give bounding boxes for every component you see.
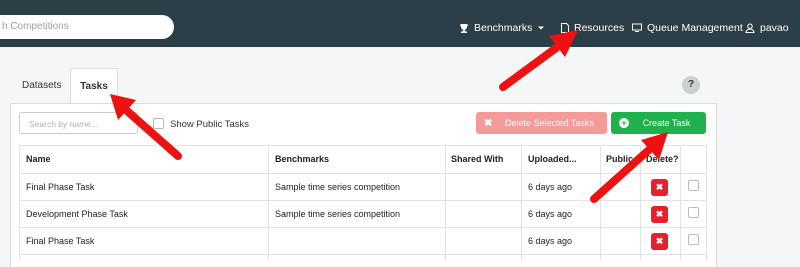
delete-task-button[interactable]: ✖ xyxy=(651,179,668,196)
table-divider xyxy=(19,227,706,228)
show-public-checkbox[interactable] xyxy=(153,118,164,129)
resources-link[interactable]: Resources xyxy=(561,22,624,34)
delete-task-button[interactable]: ✖ xyxy=(651,206,668,223)
user-icon xyxy=(745,23,755,33)
table-divider xyxy=(445,145,446,260)
table-divider xyxy=(19,254,706,255)
queue-management-link[interactable]: Queue Management xyxy=(632,22,743,34)
benchmarks-menu[interactable]: Benchmarks xyxy=(459,22,545,34)
table-divider xyxy=(521,145,522,260)
show-public-label: Show Public Tasks xyxy=(170,119,250,130)
cell-uploaded: 6 days ago xyxy=(528,209,573,219)
document-icon xyxy=(561,23,569,33)
cell-task-name[interactable]: Development Phase Task xyxy=(26,209,128,219)
create-task-button[interactable]: + Create Task xyxy=(611,112,706,134)
delete-selected-button[interactable]: ✖ Delete Selected Tasks xyxy=(476,112,607,134)
column-header-public[interactable]: Public xyxy=(606,154,633,164)
cell-task-name[interactable]: Final Phase Task xyxy=(26,182,94,192)
row-select-checkbox[interactable] xyxy=(688,207,699,218)
competition-search-input[interactable]: h Competitions xyxy=(0,15,174,39)
table-divider xyxy=(640,145,641,260)
cell-benchmark: Sample time series competition xyxy=(275,182,401,192)
close-icon: ✖ xyxy=(484,117,493,129)
cell-uploaded: 6 days ago xyxy=(528,236,573,246)
column-header-delete[interactable]: Delete? xyxy=(646,154,679,164)
benchmarks-label: Benchmarks xyxy=(474,22,533,34)
column-header-shared-with[interactable]: Shared With xyxy=(451,154,503,164)
table-divider xyxy=(19,145,20,260)
column-header-uploaded[interactable]: Uploaded... xyxy=(528,154,577,164)
username-label: pavao xyxy=(760,22,789,34)
tab-datasets[interactable]: Datasets xyxy=(22,80,61,91)
monitor-icon xyxy=(632,23,642,33)
table-divider xyxy=(268,145,269,260)
cell-benchmark: Sample time series competition xyxy=(275,209,401,219)
top-navbar: h Competitions Benchmarks Resources Queu… xyxy=(0,0,800,47)
help-button[interactable]: ? xyxy=(682,76,700,94)
column-header-name[interactable]: Name xyxy=(26,154,51,164)
delete-selected-label: Delete Selected Tasks xyxy=(505,118,594,128)
row-select-checkbox[interactable] xyxy=(688,180,699,191)
task-search-input[interactable]: Search by name... xyxy=(19,112,138,134)
column-header-benchmarks[interactable]: Benchmarks xyxy=(275,154,329,164)
caret-down-icon xyxy=(537,25,545,31)
table-divider xyxy=(680,145,681,260)
table-divider xyxy=(19,173,706,174)
row-select-checkbox[interactable] xyxy=(688,234,699,245)
table-divider xyxy=(706,145,707,260)
cell-uploaded: 6 days ago xyxy=(528,182,573,192)
tab-tasks[interactable]: Tasks xyxy=(70,68,118,104)
user-menu[interactable]: pavao xyxy=(745,22,789,34)
table-border-top xyxy=(19,145,706,146)
table-divider xyxy=(19,200,706,201)
table-divider xyxy=(600,145,601,260)
plus-icon: + xyxy=(619,118,629,128)
trophy-icon xyxy=(459,23,469,33)
delete-task-button[interactable]: ✖ xyxy=(651,233,668,250)
resources-label: Resources xyxy=(574,22,625,34)
queue-management-label: Queue Management xyxy=(647,22,743,34)
cell-task-name[interactable]: Final Phase Task xyxy=(26,236,94,246)
